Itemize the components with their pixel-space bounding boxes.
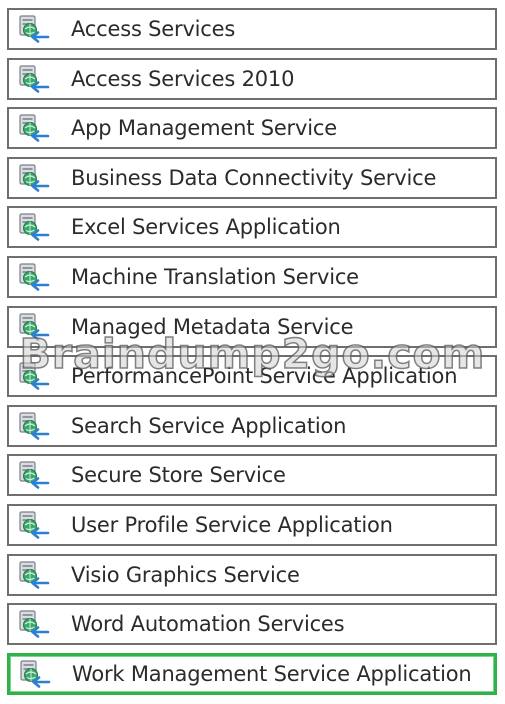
service-label: Excel Services Application [71, 215, 341, 240]
service-label: Access Services [71, 17, 236, 41]
service-application-icon [17, 112, 57, 144]
service-label: PerformancePoint Service Application [71, 364, 458, 389]
service-row[interactable]: Word Automation Services [7, 603, 497, 646]
service-row[interactable]: Access Services 2010 [7, 57, 497, 100]
service-application-icon [17, 459, 57, 491]
service-row[interactable]: Access Services [7, 8, 497, 50]
service-application-icon [17, 410, 57, 442]
service-row[interactable]: Search Service Application [7, 404, 497, 447]
service-row[interactable]: User Profile Service Application [7, 503, 497, 546]
service-application-icon [17, 162, 57, 194]
service-application-icon [17, 63, 57, 95]
service-row[interactable]: App Management Service [7, 107, 497, 150]
service-row[interactable]: Managed Metadata Service [7, 305, 497, 348]
service-application-icon [17, 559, 57, 591]
service-row[interactable]: Secure Store Service [7, 454, 497, 497]
service-label: Visio Graphics Service [71, 562, 300, 587]
service-row-selected[interactable]: Work Management Service Application [7, 652, 497, 695]
service-application-icon [17, 509, 57, 541]
service-application-icon [17, 311, 57, 343]
service-row[interactable]: Visio Graphics Service [7, 553, 497, 596]
service-row[interactable]: PerformancePoint Service Application [7, 355, 497, 398]
service-label: Word Automation Services [71, 612, 345, 637]
service-application-icon [17, 13, 57, 45]
service-label: Access Services 2010 [71, 66, 295, 91]
service-application-icon [17, 360, 57, 392]
service-row[interactable]: Excel Services Application [7, 206, 497, 249]
service-label: Secure Store Service [71, 463, 286, 488]
service-label: User Profile Service Application [71, 512, 393, 537]
service-row[interactable]: Business Data Connectivity Service [7, 156, 497, 199]
service-label: Business Data Connectivity Service [71, 165, 437, 190]
service-label: Managed Metadata Service [71, 314, 354, 339]
service-application-icon [18, 658, 58, 690]
service-application-icon [17, 261, 57, 293]
service-application-icon [17, 211, 57, 243]
service-application-icon [17, 608, 57, 640]
service-label: App Management Service [71, 116, 337, 141]
service-label: Work Management Service Application [72, 661, 472, 686]
service-applications-list: Access Services Access Services 2010 App… [7, 8, 497, 702]
service-label: Search Service Application [71, 413, 347, 438]
service-label: Machine Translation Service [71, 264, 359, 289]
service-row[interactable]: Machine Translation Service [7, 255, 497, 298]
